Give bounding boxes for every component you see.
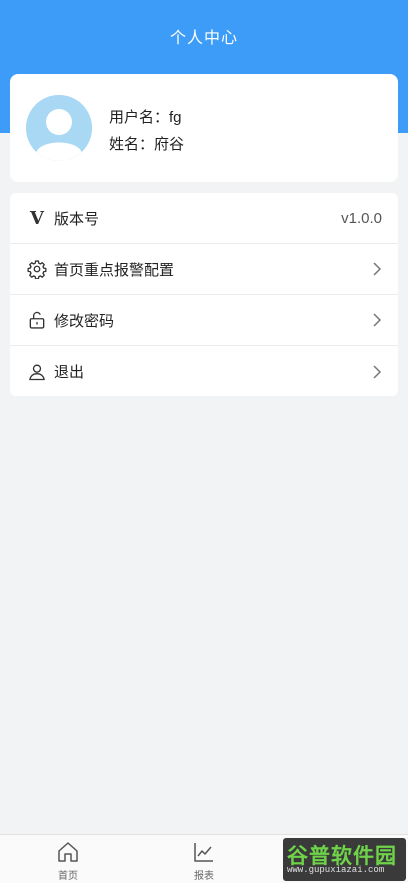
chevron-right-icon xyxy=(373,313,382,327)
menu-item-alarm-config[interactable]: 首页重点报警配置 xyxy=(10,244,398,295)
username-value: fg xyxy=(169,109,182,126)
watermark-logo: 谷普软件园 www.gupuxiazai.com xyxy=(283,838,406,881)
menu-item-logout[interactable]: 退出 xyxy=(10,346,398,396)
tab-label: 首页 xyxy=(58,871,78,882)
username-label: 用户名： xyxy=(109,109,170,126)
username-line: 用户名：fg xyxy=(109,106,182,127)
chevron-right-icon xyxy=(373,262,382,276)
menu-item-label: 修改密码 xyxy=(54,312,115,330)
user-icon xyxy=(27,362,47,382)
menu-item-label: 退出 xyxy=(54,364,85,381)
page-title: 个人中心 xyxy=(169,30,238,47)
name-label: 姓名： xyxy=(109,136,155,153)
menu-item-label: 首页重点报警配置 xyxy=(54,261,175,279)
version-value: v1.0.0 xyxy=(341,209,382,227)
chevron-right-icon xyxy=(373,364,382,379)
tab-label: 报表 xyxy=(194,871,214,882)
avatar xyxy=(26,95,92,161)
menu-item-version: V 版本号 v1.0.0 xyxy=(10,193,398,244)
home-icon xyxy=(58,842,78,862)
name-value: 府谷 xyxy=(154,136,185,153)
avatar-person-icon xyxy=(26,95,92,161)
settings-menu: V 版本号 v1.0.0 首页重点报警配置 修改密码 退出 xyxy=(10,193,398,396)
version-v-icon: V xyxy=(30,207,44,229)
tab-report[interactable]: 报表 xyxy=(174,835,234,883)
profile-card: 用户名：fg 姓名：府谷 xyxy=(10,74,398,182)
watermark-url-text: www.gupuxiazai.com xyxy=(287,865,385,875)
line-chart-icon xyxy=(194,843,213,862)
name-line: 姓名：府谷 xyxy=(109,133,184,154)
menu-item-label: 版本号 xyxy=(54,210,100,228)
menu-item-change-password[interactable]: 修改密码 xyxy=(10,295,398,346)
unlock-icon xyxy=(27,310,47,330)
tab-home[interactable]: 首页 xyxy=(38,835,98,883)
gear-icon xyxy=(27,259,47,279)
